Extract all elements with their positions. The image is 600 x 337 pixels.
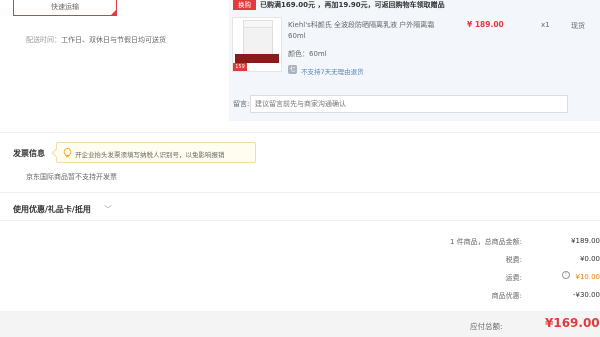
product-cap-image (243, 20, 273, 28)
product-color-value: 60ml (309, 50, 327, 58)
invoice-unsupported-note: 京东国际商品暂不支持开发票 (26, 173, 117, 181)
delivery-time: 配送时间：工作日、双休日与节假日均可送货 (26, 35, 166, 45)
delivery-time-value: 工作日、双休日与节假日均可送货 (61, 36, 166, 44)
items-total-value: ¥189.00 (571, 237, 600, 245)
product-quantity: x1 (541, 21, 550, 29)
note-input[interactable] (250, 95, 568, 113)
note-label: 留言: (233, 100, 250, 108)
product-price-badge: 159 (233, 63, 247, 71)
product-color-label: 颜色： (288, 50, 309, 58)
shipping-option-fast[interactable]: 快速运输 (13, 0, 117, 16)
product-stock-status: 现货 (571, 22, 585, 30)
invoice-hint-text: 开企业抬头发票须填写纳税人识别号，以免影响报销 (75, 151, 225, 159)
lightbulb-icon (63, 148, 72, 158)
tax-value: ¥0.00 (579, 255, 600, 263)
divider (0, 220, 600, 221)
product-label-band (235, 54, 279, 63)
product-price: ¥ 189.00 (467, 20, 504, 29)
no-return-icon: 七 (288, 65, 297, 74)
tooltip-arrow (51, 148, 61, 158)
discount-label: 商品优惠: (491, 292, 522, 300)
no-return-policy-link[interactable]: 不支持7天无理由退货 (301, 66, 364, 76)
shipping-option-label: 快速运输 (51, 3, 79, 11)
product-color: 颜色：60ml (288, 49, 327, 59)
tax-label: 税费: (505, 256, 522, 264)
invoice-hint-tooltip: 开企业抬头发票须填写纳税人识别号，以免影响报销 (51, 142, 256, 163)
divider (0, 132, 600, 133)
product-thumbnail[interactable]: 159 (232, 17, 282, 72)
exchange-promo-text: 已购满169.00元 ，再加19.90元，可返回购物车领取赠品 (260, 1, 445, 9)
selected-corner-mark (110, 9, 117, 16)
total-value: ¥169.00 (545, 316, 600, 330)
chevron-down-icon[interactable]: ﹀ (104, 204, 112, 215)
freight-label: 运费: (505, 274, 522, 282)
total-bar (0, 311, 600, 337)
exchange-tag: 换购 (233, 0, 256, 10)
discount-value: -¥30.00 (572, 291, 600, 299)
product-name-link[interactable]: Kiehl's科颜氏 全波段防晒隔离乳液 户外隔离霜 60ml (288, 20, 448, 42)
freight-value: ¥10.00 (575, 273, 600, 281)
coupon-toggle[interactable]: 使用优惠/礼品卡/抵用 (13, 204, 91, 215)
invoice-title: 发票信息 (13, 149, 45, 158)
delivery-time-label: 配送时间： (26, 36, 61, 44)
total-label: 应付总额: (470, 322, 503, 331)
divider (0, 192, 600, 193)
items-total-label: 1 件商品，总商品金额: (449, 238, 522, 246)
